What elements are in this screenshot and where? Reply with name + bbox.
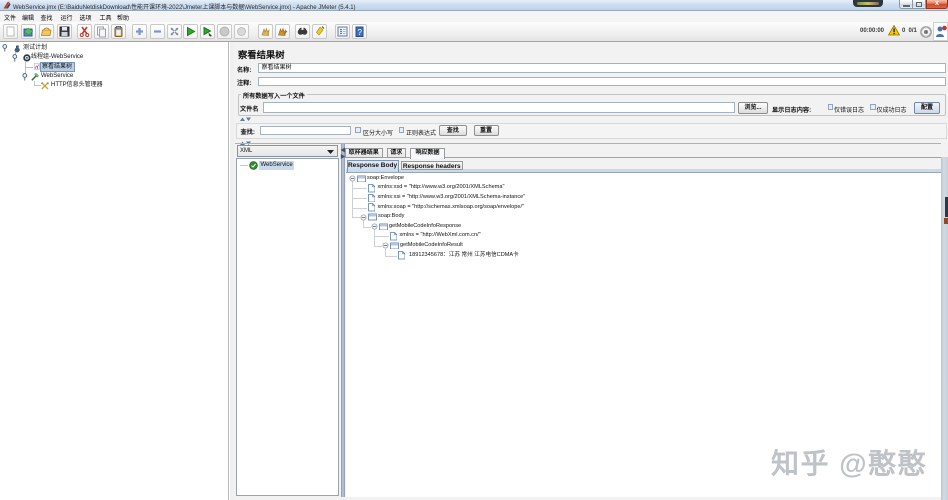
svg-text:?: ?: [358, 28, 363, 37]
